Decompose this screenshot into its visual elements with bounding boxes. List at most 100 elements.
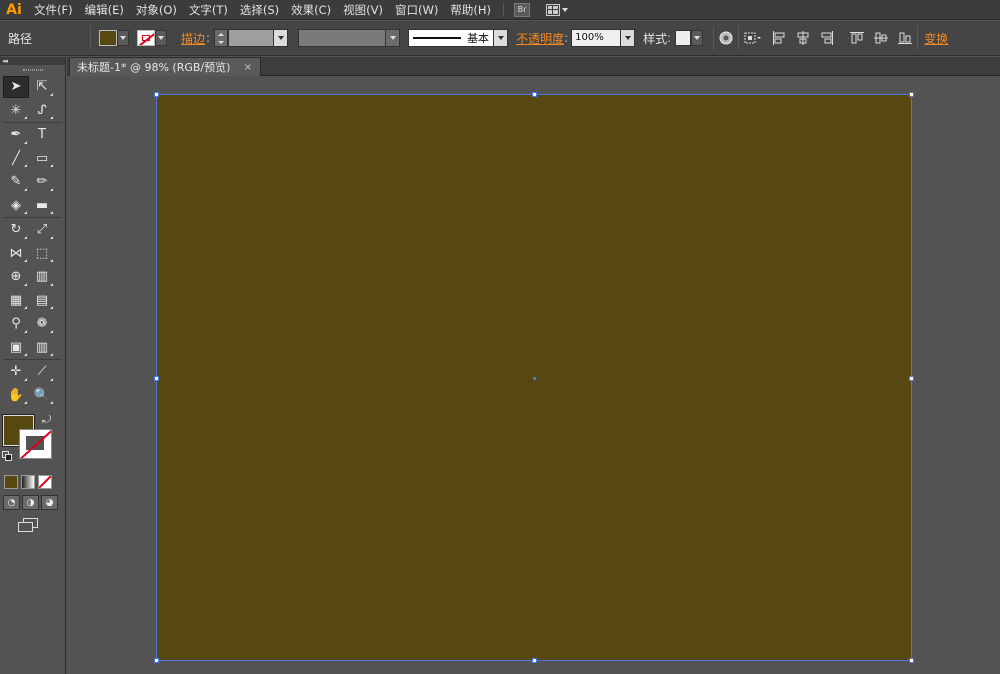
rectangle-tool[interactable]: ▭ xyxy=(29,147,55,169)
pen-tool[interactable]: ✒ xyxy=(3,124,29,146)
workspace-switcher[interactable] xyxy=(545,3,568,16)
selected-rectangle[interactable] xyxy=(154,92,914,663)
eyedropper-tool[interactable]: ⚲ xyxy=(3,313,29,335)
tool-row: ⊕ ▥ xyxy=(0,265,65,289)
bridge-button[interactable]: Br xyxy=(513,2,530,17)
menu-edit[interactable]: 编辑(E) xyxy=(79,0,130,20)
width-icon: ⋈ xyxy=(9,245,23,261)
rotate-icon: ↻ xyxy=(10,222,22,238)
pencil-tool[interactable]: ✏ xyxy=(29,171,55,193)
perspective-grid-tool[interactable]: ▥ xyxy=(29,266,55,288)
none-mode-button[interactable] xyxy=(38,475,52,489)
type-tool[interactable]: T xyxy=(29,124,55,146)
align-top-button[interactable] xyxy=(848,29,866,47)
stroke-weight-stepper[interactable] xyxy=(214,29,229,47)
close-icon[interactable]: × xyxy=(244,62,252,73)
menu-file[interactable]: 文件(F) xyxy=(28,0,79,20)
opacity-panel-link[interactable]: 不透明度 xyxy=(516,30,564,47)
color-mode-button[interactable] xyxy=(4,475,18,489)
menu-help[interactable]: 帮助(H) xyxy=(444,0,497,20)
artboard-tool[interactable]: ✛ xyxy=(3,361,29,383)
align-vertical-center-button[interactable] xyxy=(872,29,890,47)
brush-definition-field[interactable]: 基本 xyxy=(408,29,495,47)
symbol-sprayer-icon: ▣ xyxy=(9,339,23,355)
graphic-style-swatch[interactable] xyxy=(675,30,692,46)
stroke-weight-field[interactable] xyxy=(228,29,275,47)
align-to-dropdown[interactable] xyxy=(742,29,764,47)
draw-behind-button[interactable]: ◑ xyxy=(22,495,39,510)
symbol-sprayer-tool[interactable]: ▣ xyxy=(3,336,29,358)
resize-handle-right[interactable] xyxy=(909,376,914,381)
tool-row: ↻ ⤢ xyxy=(0,218,65,242)
selection-tool[interactable]: ➤ xyxy=(3,75,29,98)
menu-object[interactable]: 对象(O) xyxy=(130,0,183,20)
control-bar: 路径 描边 : 基本 不透明度 : 100% 样式 : 变换 xyxy=(0,21,1000,56)
stroke-panel-link[interactable]: 描边 xyxy=(181,30,205,47)
resize-handle-top-left[interactable] xyxy=(154,92,159,97)
fill-color-dropdown[interactable] xyxy=(99,30,129,46)
tools-panel: ◂◂ ➤ ⇱ ✳ ᔑ ✒ T ╱ ▭ ✎ ✏ ◈ ▬ ↻ ⤢ ⋈ ⬚ ⊕ ▥ ▦ ▤ ⚲ ❁ ▣ ▥ ✛ ⟋ ✋ 🔍 ⤾ ◔ ◑ ◕ xyxy=(0,57,66,674)
document-tab[interactable]: 未标题-1* @ 98% (RGB/预览) × xyxy=(69,57,261,76)
resize-handle-top[interactable] xyxy=(532,92,537,97)
resize-handle-left[interactable] xyxy=(154,376,159,381)
paintbrush-tool[interactable]: ✎ xyxy=(3,171,29,193)
free-transform-icon: ⬚ xyxy=(35,245,49,261)
resize-handle-bottom[interactable] xyxy=(532,658,537,663)
colon: : xyxy=(206,31,211,45)
slice-tool[interactable]: ⟋ xyxy=(29,361,55,383)
tools-panel-grip[interactable] xyxy=(0,65,65,75)
graphic-style-dropdown[interactable] xyxy=(691,30,704,46)
stroke-color-box[interactable] xyxy=(19,429,52,459)
resize-handle-top-right[interactable] xyxy=(909,92,914,97)
column-graph-tool[interactable]: ▥ xyxy=(29,336,55,358)
variable-width-profile-field[interactable] xyxy=(298,29,387,47)
magic-wand-tool[interactable]: ✳ xyxy=(3,99,29,121)
gradient-tool[interactable]: ▤ xyxy=(29,289,55,311)
draw-normal-button[interactable]: ◔ xyxy=(3,495,20,510)
transform-panel-link[interactable]: 变换 xyxy=(924,30,948,47)
gradient-mode-button[interactable] xyxy=(21,475,35,489)
direct-selection-tool[interactable]: ⇱ xyxy=(29,76,55,98)
line-segment-tool[interactable]: ╱ xyxy=(3,147,29,169)
align-bottom-button[interactable] xyxy=(896,29,914,47)
draw-inside-button[interactable]: ◕ xyxy=(41,495,58,510)
canvas-area[interactable] xyxy=(67,77,1000,674)
default-fill-stroke-icon[interactable] xyxy=(2,451,12,461)
align-right-button[interactable] xyxy=(818,29,836,47)
free-transform-tool[interactable]: ⬚ xyxy=(29,242,55,264)
lasso-tool[interactable]: ᔑ xyxy=(29,99,55,121)
stroke-color-dropdown[interactable] xyxy=(137,30,167,46)
tool-row: ▦ ▤ xyxy=(0,289,65,313)
opacity-input[interactable]: 100% xyxy=(571,29,622,47)
brush-definition-dropdown[interactable] xyxy=(494,29,509,47)
menu-select[interactable]: 选择(S) xyxy=(234,0,285,20)
fill-swatch xyxy=(99,30,117,46)
blend-tool[interactable]: ❁ xyxy=(29,313,55,335)
hand-tool[interactable]: ✋ xyxy=(3,384,29,406)
menu-window[interactable]: 窗口(W) xyxy=(389,0,444,20)
menu-view[interactable]: 视图(V) xyxy=(337,0,389,20)
swap-fill-stroke-icon[interactable]: ⤾ xyxy=(42,413,51,427)
recolor-artwork-button[interactable] xyxy=(717,29,735,47)
eraser-tool[interactable]: ▬ xyxy=(29,194,55,216)
opacity-dropdown[interactable] xyxy=(621,29,636,47)
align-left-button[interactable] xyxy=(770,29,788,47)
variable-width-profile-dropdown[interactable] xyxy=(386,29,401,47)
stroke-weight-dropdown[interactable] xyxy=(274,29,289,47)
eraser-icon: ▬ xyxy=(35,197,49,213)
screen-mode-button[interactable] xyxy=(18,518,40,534)
zoom-tool[interactable]: 🔍 xyxy=(29,384,55,406)
shape-builder-tool[interactable]: ⊕ xyxy=(3,266,29,288)
rotate-tool[interactable]: ↻ xyxy=(3,219,29,241)
blob-brush-tool[interactable]: ◈ xyxy=(3,194,29,216)
align-horizontal-center-button[interactable] xyxy=(794,29,812,47)
resize-handle-bottom-right[interactable] xyxy=(909,658,914,663)
menu-type[interactable]: 文字(T) xyxy=(183,0,234,20)
stroke-none-swatch xyxy=(137,30,155,46)
menu-effect[interactable]: 效果(C) xyxy=(285,0,337,20)
resize-handle-bottom-left[interactable] xyxy=(154,658,159,663)
tools-panel-collapse[interactable]: ◂◂ xyxy=(0,57,65,65)
width-tool[interactable]: ⋈ xyxy=(3,242,29,264)
scale-tool[interactable]: ⤢ xyxy=(29,219,55,241)
mesh-tool[interactable]: ▦ xyxy=(3,289,29,311)
